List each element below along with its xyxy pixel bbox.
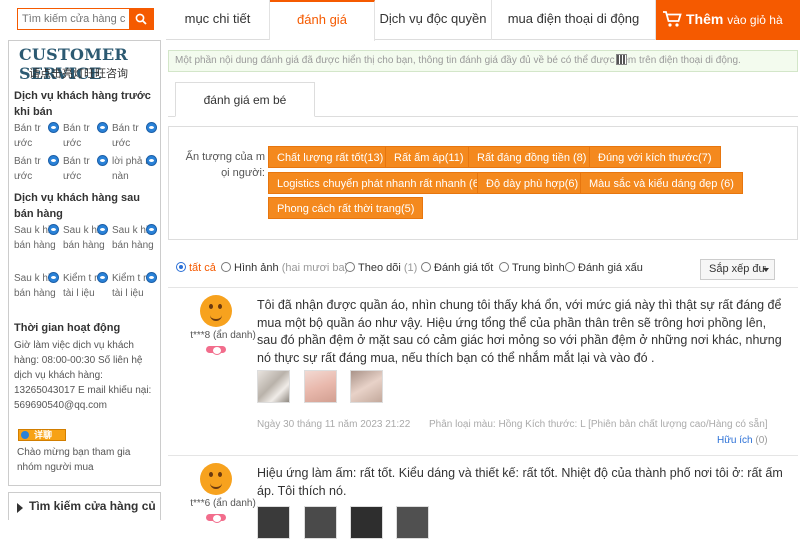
impression-tag[interactable]: Chất lượng rất tốt(13) (268, 146, 393, 168)
wangwang-icon[interactable] (146, 155, 157, 166)
tab-mobile-purchase[interactable]: mua điện thoại di động (492, 0, 656, 40)
wangwang-icon[interactable] (97, 224, 108, 235)
hours-text: Giờ làm việc dịch vụ khách hàng: 08:00-0… (14, 340, 152, 411)
aftersale-heading: Dịch vụ khách hàng sau bán hàng (14, 192, 140, 220)
filter-average[interactable]: Trung bình (499, 262, 565, 274)
customer-service-panel: CUSTOMER SERVICE 请点击亮灯旺旺咨询 Dịch vụ khách… (8, 40, 161, 486)
wangwang-icon[interactable] (97, 272, 108, 283)
product-tabs: mục chi tiết đánh giá Dịch vụ độc quyền … (166, 0, 800, 41)
review-text: Hiệu ứng làm ấm: rất tốt. Kiểu dáng và t… (257, 466, 783, 498)
filter-all[interactable]: tất cả (176, 262, 216, 274)
radio-icon (345, 262, 355, 272)
divider (168, 455, 798, 456)
filter-images[interactable]: Hình ảnh (hai mươi ba) (221, 262, 348, 274)
impression-tag[interactable]: Logistics chuyển phát nhanh rất nhanh (6… (268, 172, 492, 194)
wangwang-icon[interactable] (48, 224, 59, 235)
useful-counter: Hữu ích (0) (717, 435, 768, 446)
search-icon (135, 13, 147, 25)
review-photo[interactable] (304, 370, 337, 403)
radio-selected-icon (176, 262, 186, 272)
review-photo[interactable] (350, 370, 383, 403)
add-to-cart-label: Thêm (686, 11, 724, 27)
impression-tag[interactable]: Độ dày phù hợp(6) (477, 172, 588, 194)
search-button[interactable] (129, 9, 153, 29)
partial-content-notice: Một phần nội dung đánh giá đã được hiển … (168, 50, 798, 72)
review-photo[interactable] (257, 506, 290, 539)
divider (168, 287, 798, 288)
wangwang-icon[interactable] (97, 122, 108, 133)
review-date: Ngày 30 tháng 11 năm 2023 21:22 (257, 419, 411, 430)
wangwang-icon[interactable] (48, 272, 59, 283)
add-to-cart-sublabel: vào giỏ hà (727, 13, 783, 27)
review-photo[interactable] (304, 506, 337, 539)
impression-tag[interactable]: Màu sắc và kiểu dáng đẹp (6) (580, 172, 743, 194)
filter-bad[interactable]: Đánh giá xấu (565, 262, 643, 274)
hours-heading: Thời gian hoạt động (14, 322, 121, 334)
review-text: Tôi đã nhận được quần áo, nhìn chung tôi… (257, 298, 782, 365)
review-username: t***6 (ẩn danh) (190, 498, 256, 509)
wangwang-icon[interactable] (146, 272, 157, 283)
user-avatar (200, 295, 232, 327)
find-store-label: Tìm kiếm cửa hàng củ (29, 499, 156, 513)
wangwang-icon[interactable] (146, 224, 157, 235)
wangwang-icon[interactable] (146, 122, 157, 133)
sidebar: CUSTOMER SERVICE 请点击亮灯旺旺咨询 Dịch vụ khách… (0, 0, 166, 520)
useful-count: (0) (755, 435, 768, 446)
impression-tag[interactable]: Rất đáng đồng tiền (8) (468, 146, 596, 168)
impression-tag[interactable]: Phong cách rất thời trang(5) (268, 197, 424, 219)
wangwang-icon[interactable] (48, 155, 59, 166)
store-search-input[interactable] (18, 9, 129, 29)
review-photo[interactable] (350, 506, 383, 539)
presale-heading: Dịch vụ khách hàng trước khi bán (14, 90, 151, 118)
cart-icon (663, 11, 682, 27)
notice-text: Một phần nội dung đánh giá đã được hiển … (175, 55, 741, 66)
welcome-text: Chào mừng bạn tham gia nhóm người mua (17, 447, 131, 473)
detail-chat-badge[interactable]: 详聊 (18, 429, 66, 441)
impression-tag[interactable]: Đúng với kích thước(7) (589, 146, 721, 168)
qr-code-icon[interactable] (616, 54, 627, 65)
impressions-label: Ấn tượng của m ọi người: (185, 151, 265, 179)
user-avatar (200, 463, 232, 495)
customer-service-subtitle: 请点击亮灯旺旺咨询 (29, 68, 128, 80)
review-variant: Phân loại màu: Hồng Kích thước: L [Phiên… (429, 419, 768, 430)
vip-badge-icon (206, 346, 226, 355)
sort-dropdown[interactable]: Sắp xếp đư (700, 259, 775, 280)
review-photo[interactable] (257, 370, 290, 403)
main-content: mục chi tiết đánh giá Dịch vụ độc quyền … (166, 0, 800, 539)
radio-icon (565, 262, 575, 272)
add-to-cart-button[interactable]: Thêm vào giỏ hà (656, 0, 800, 40)
review-photo[interactable] (396, 506, 429, 539)
radio-icon (499, 262, 509, 272)
wangwang-icon[interactable] (97, 155, 108, 166)
tab-baby-reviews[interactable]: đánh giá em bé (175, 82, 315, 117)
tab-exclusive-service[interactable]: Dịch vụ độc quyền (375, 0, 492, 40)
filter-follow[interactable]: Theo dõi (1) (345, 262, 417, 274)
filter-good[interactable]: Đánh giá tốt (421, 262, 493, 274)
tab-details[interactable]: mục chi tiết (166, 0, 270, 40)
radio-icon (421, 262, 431, 272)
store-search-box (17, 8, 154, 30)
impressions-panel: Ấn tượng của m ọi người: Chất lượng rất … (168, 126, 798, 240)
wangwang-icon[interactable] (48, 122, 59, 133)
radio-icon (221, 262, 231, 272)
review-username: t***8 (ẩn danh) (190, 330, 256, 341)
find-store-header[interactable]: Tìm kiếm cửa hàng củ (8, 492, 161, 520)
review-filter-bar: tất cả Hình ảnh (hai mươi ba) Theo dõi (… (168, 256, 798, 282)
impression-tag[interactable]: Rất ấm áp(11) (385, 146, 473, 168)
useful-link[interactable]: Hữu ích (717, 435, 753, 446)
tab-reviews[interactable]: đánh giá (270, 0, 375, 41)
